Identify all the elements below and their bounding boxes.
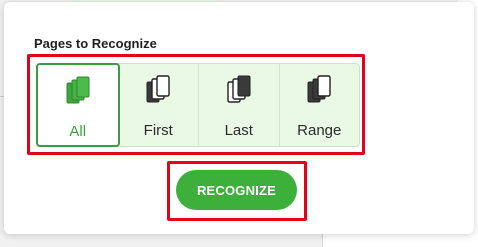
option-first[interactable]: First: [119, 64, 199, 146]
option-range-label: Range: [297, 122, 342, 139]
pages-stack-last-icon: [227, 75, 251, 103]
option-range[interactable]: Range: [280, 64, 360, 146]
page-selection-group: All First Last Range: [36, 63, 360, 147]
option-all[interactable]: All: [36, 63, 120, 147]
pages-stack-filled-icon: [66, 76, 90, 104]
pages-to-recognize-title: Pages to Recognize: [34, 36, 157, 51]
option-first-label: First: [143, 122, 173, 139]
pages-stack-first-icon: [146, 75, 170, 103]
pages-stack-range-icon: [307, 75, 331, 103]
recognize-button[interactable]: RECOGNIZE: [176, 170, 297, 210]
option-last[interactable]: Last: [199, 64, 280, 146]
option-all-label: All: [69, 123, 87, 140]
option-last-label: Last: [224, 122, 253, 139]
